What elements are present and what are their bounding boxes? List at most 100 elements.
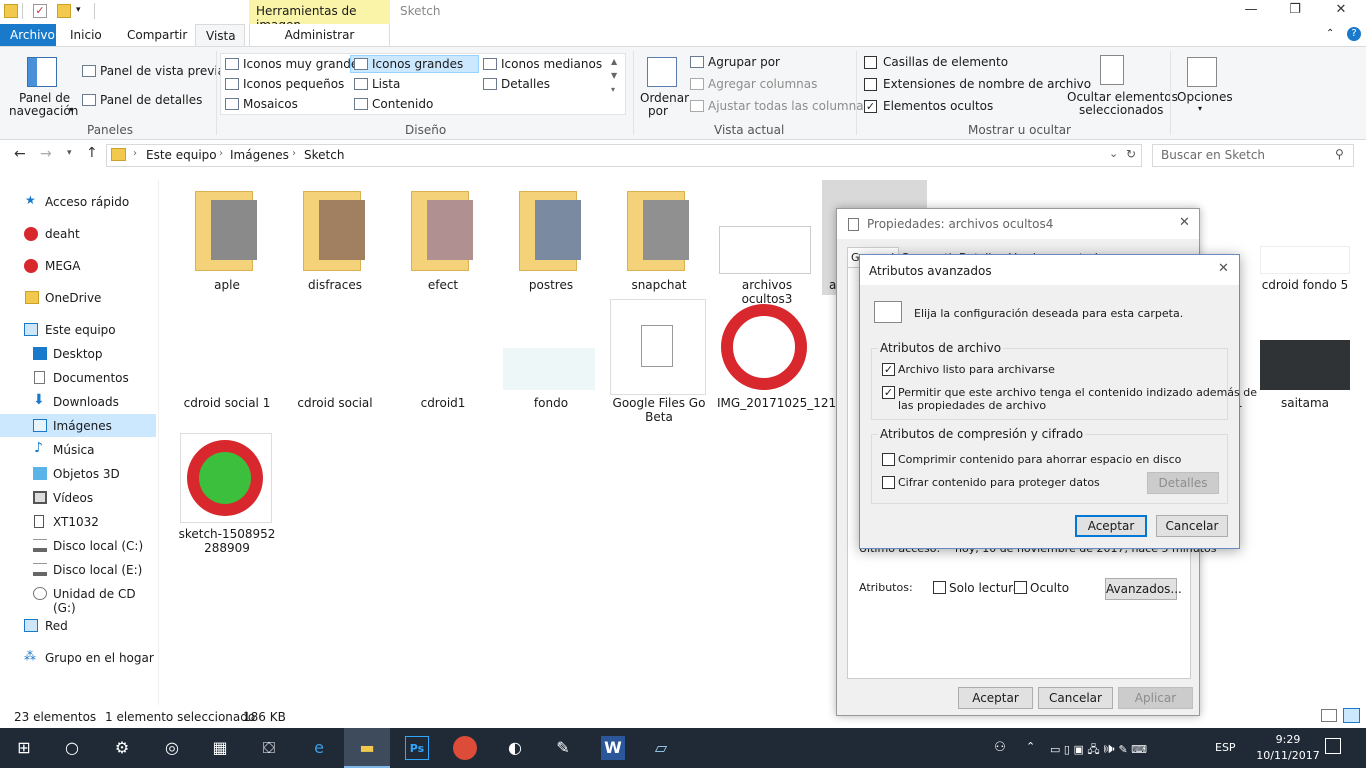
details-pane-icon[interactable] (82, 94, 96, 106)
list-icon[interactable] (354, 78, 368, 90)
tab-inicio[interactable]: Inicio (60, 24, 112, 46)
nav-pane-label2[interactable]: navegación (9, 104, 78, 118)
extensions-checkbox[interactable] (864, 78, 877, 91)
settings-gear-icon[interactable]: ⚙ (110, 736, 134, 760)
language-indicator[interactable]: ESP (1215, 741, 1236, 754)
nav-musica[interactable]: ♪ Música (0, 438, 156, 461)
restore-icon[interactable]: ❐ (1272, 2, 1318, 22)
groove-icon[interactable]: ◎ (160, 736, 184, 760)
large-icons-icon[interactable] (354, 58, 368, 70)
properties-icon[interactable]: ✓ (33, 4, 47, 18)
archive-label[interactable]: Archivo listo para archivarse (898, 363, 1055, 376)
tab-archivo[interactable]: Archivo (0, 24, 56, 46)
paint-icon[interactable]: ✎ (551, 736, 575, 760)
help-icon[interactable]: ? (1347, 27, 1361, 41)
notepad-icon[interactable]: ▱ (649, 736, 673, 760)
notifications-icon[interactable] (1325, 738, 1341, 754)
recent-dropdown-icon[interactable]: ▾ (67, 148, 72, 158)
nav-onedrive[interactable]: OneDrive (0, 286, 156, 309)
small-icons-icon[interactable] (225, 78, 239, 90)
word-icon[interactable]: W (601, 736, 625, 760)
cancel-button[interactable]: Cancelar (1156, 515, 1228, 537)
search-icon[interactable]: ⚲ (1335, 147, 1344, 161)
index-checkbox[interactable]: ✓ (882, 386, 895, 399)
nav-videos[interactable]: Vídeos (0, 486, 156, 509)
hide-selected-icon[interactable] (1100, 55, 1124, 85)
large-icons-view-icon[interactable] (1343, 708, 1360, 723)
breadcrumb-imagenes[interactable]: Imágenes (230, 148, 289, 162)
close-icon[interactable]: ✕ (1179, 215, 1190, 230)
sort-label[interactable]: Ordenar (640, 91, 689, 105)
nav-desktop[interactable]: Desktop (0, 342, 156, 365)
tab-vista[interactable]: Vista (195, 24, 245, 46)
compress-label[interactable]: Comprimir contenido para ahorrar espacio… (898, 453, 1181, 466)
forward-icon[interactable]: → (40, 146, 52, 162)
chrome-icon[interactable] (453, 736, 477, 760)
hidden-checkbox[interactable] (1014, 581, 1027, 594)
encrypt-checkbox[interactable] (882, 476, 895, 489)
breadcrumb-este-equipo[interactable]: Este equipo (146, 148, 217, 162)
nav-este-equipo[interactable]: Este equipo (0, 318, 156, 341)
item-checkboxes-label[interactable]: Casillas de elemento (883, 55, 1008, 69)
nav-mega[interactable]: MEGA (0, 254, 156, 277)
up-icon[interactable]: ↑ (86, 145, 98, 161)
preview-pane-button[interactable]: Panel de vista previa (100, 64, 225, 78)
layout-list[interactable]: Lista (372, 77, 400, 91)
capture-icon[interactable]: ◐ (503, 736, 527, 760)
sort-label2[interactable]: por (648, 104, 668, 118)
tiles-icon[interactable] (225, 98, 239, 110)
photoshop-icon[interactable]: Ps (405, 736, 429, 760)
windows-start-icon[interactable]: ⊞ (12, 736, 36, 760)
layout-content[interactable]: Contenido (372, 97, 433, 111)
search-circle-icon[interactable]: ○ (60, 736, 84, 760)
new-folder-icon[interactable] (57, 4, 71, 18)
details-pane-button[interactable]: Panel de detalles (100, 93, 202, 107)
close-icon[interactable]: ✕ (1318, 2, 1364, 22)
archive-checkbox[interactable]: ✓ (882, 363, 895, 376)
nav-documentos[interactable]: Documentos (0, 366, 156, 389)
tray-icons[interactable]: ▭ ▯ ▣ 🖧 🕪 ✎ ⌨ (1050, 741, 1147, 760)
options-button[interactable]: Opciones (1177, 90, 1233, 104)
search-box[interactable]: Buscar en Sketch ⚲ (1152, 144, 1354, 167)
chevron-down-icon[interactable]: ▾ (69, 105, 73, 114)
index-label[interactable]: Permitir que este archivo tenga el conte… (898, 386, 1257, 399)
layout-tiles[interactable]: Mosaicos (243, 97, 298, 111)
ok-button[interactable]: Aceptar (1075, 515, 1147, 537)
xl-icons-icon[interactable] (225, 58, 239, 70)
hide-selected-button2[interactable]: seleccionados (1079, 103, 1163, 117)
navigation-pane-icon[interactable] (27, 57, 57, 87)
layout-medium-icons[interactable]: Iconos medianos (501, 57, 602, 71)
layout-details[interactable]: Detalles (501, 77, 550, 91)
breadcrumb-sketch[interactable]: Sketch (304, 148, 344, 162)
hidden-items-checkbox[interactable]: ✓ (864, 100, 877, 113)
nav-acceso-rapido[interactable]: ★ Acceso rápido (0, 190, 156, 213)
tray-up-icon[interactable]: ⌃ (1026, 740, 1035, 753)
nav-disco-e[interactable]: Disco local (E:) (0, 558, 156, 581)
compress-checkbox[interactable] (882, 453, 895, 466)
ok-button[interactable]: Aceptar (958, 687, 1033, 709)
details-view-icon[interactable] (1321, 709, 1337, 722)
close-icon[interactable]: ✕ (1218, 261, 1229, 276)
clock-date[interactable]: 10/11/2017 (1248, 749, 1328, 762)
tab-administrar[interactable]: Administrar (249, 24, 390, 46)
chevron-up-icon[interactable]: ⌃ (1326, 28, 1334, 39)
nav-downloads[interactable]: ⬇ Downloads (0, 390, 156, 413)
readonly-checkbox[interactable] (933, 581, 946, 594)
nav-xt1032[interactable]: XT1032 (0, 510, 156, 533)
cancel-button[interactable]: Cancelar (1038, 687, 1113, 709)
sort-icon[interactable] (647, 57, 677, 87)
encrypt-label[interactable]: Cifrar contenido para proteger datos (898, 476, 1100, 489)
layout-xl-icons[interactable]: Iconos muy grandes (243, 57, 364, 71)
extensions-label[interactable]: Extensiones de nombre de archivo (883, 77, 1091, 91)
gallery-scroll-icon[interactable]: ▲ ▼ ▾ (611, 55, 617, 97)
minimize-icon[interactable]: — (1228, 2, 1274, 22)
nav-deaht[interactable]: deaht (0, 222, 156, 245)
nav-disco-c[interactable]: Disco local (C:) (0, 534, 156, 557)
nav-red[interactable]: Red (0, 614, 156, 637)
index-label-2[interactable]: las propiedades de archivo (898, 399, 1046, 412)
chevron-down-icon[interactable]: ⌄ (1109, 147, 1118, 160)
advanced-button[interactable]: Avanzados... (1105, 578, 1182, 600)
hide-selected-button[interactable]: Ocultar elementos (1067, 90, 1178, 104)
preview-pane-icon[interactable] (82, 65, 96, 77)
edge-icon[interactable]: e (307, 736, 331, 760)
